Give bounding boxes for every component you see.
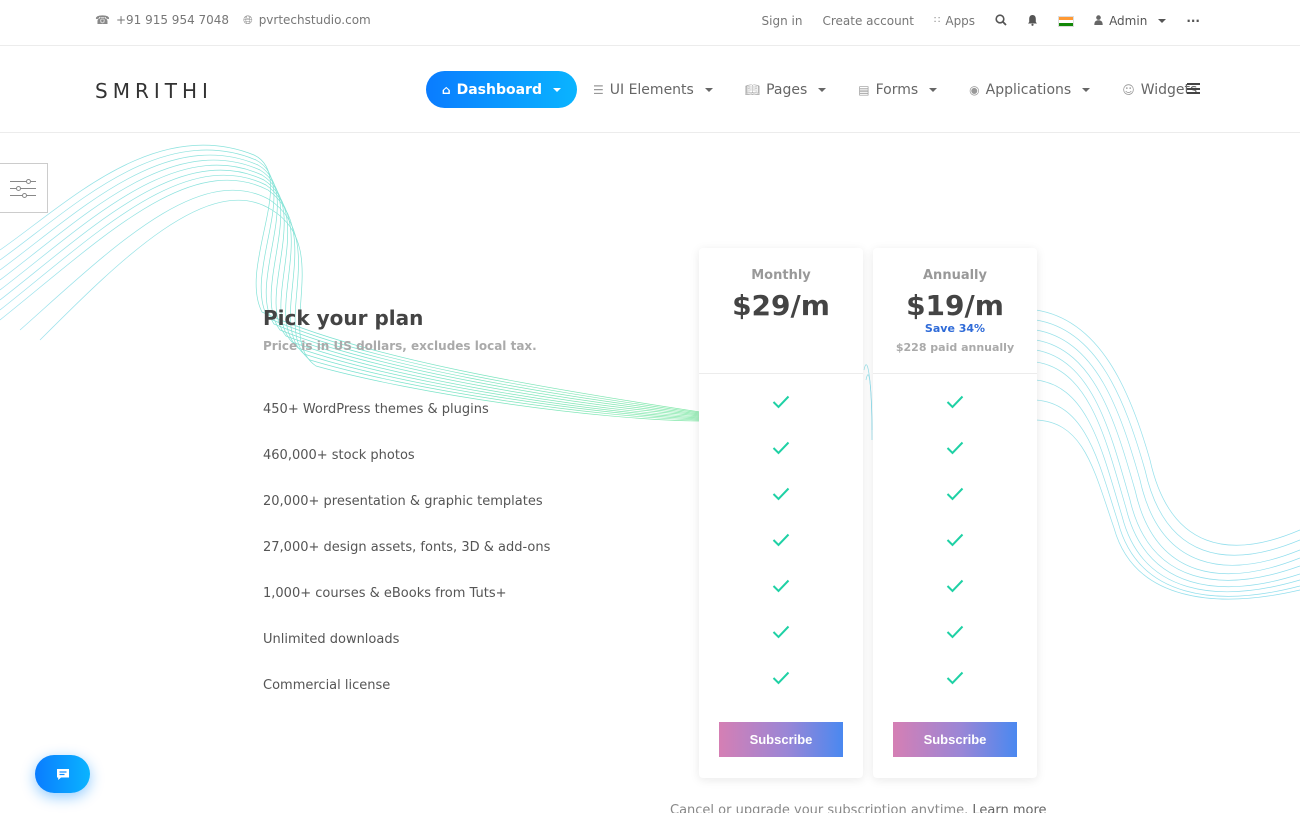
plan-card-header: Annually $19/m Save 34% $228 paid annual… <box>873 248 1037 374</box>
website-text: pvrtechstudio.com <box>258 13 371 27</box>
chevron-down-icon <box>1082 87 1091 92</box>
feature-item: Unlimited downloads <box>263 632 400 647</box>
nav-applications[interactable]: ◉ Applications <box>953 71 1106 108</box>
learn-more-link[interactable]: Learn more <box>972 803 1046 813</box>
pricing-title: Pick your plan <box>263 306 424 330</box>
home-icon: ⌂ <box>442 82 451 97</box>
plan-name: Annually <box>923 268 987 283</box>
nav-pages-label: Pages <box>766 81 808 98</box>
apps-menu[interactable]: ∷ Apps <box>934 14 975 28</box>
check-icon <box>873 392 1037 438</box>
nav-forms[interactable]: ▤ Forms <box>842 71 953 108</box>
feature-item: 450+ WordPress themes & plugins <box>263 402 489 417</box>
grid-icon: ∷ <box>933 15 940 26</box>
pricing-subtitle: Price is in US dollars, excludes local t… <box>263 339 537 353</box>
feature-item: 27,000+ design assets, fonts, 3D & add-o… <box>263 540 551 555</box>
globe-icon: 🌐︎ <box>243 13 253 27</box>
nav-dashboard[interactable]: ⌂ Dashboard <box>426 71 577 108</box>
pricing-header: Pick your plan Price is in US dollars, e… <box>263 306 537 353</box>
book-icon: 📖︎ <box>744 82 761 97</box>
subscription-note: Cancel or upgrade your subscription anyt… <box>670 803 1047 813</box>
nav-pages[interactable]: 📖︎ Pages <box>729 71 842 108</box>
check-icon <box>699 622 863 668</box>
create-account-link[interactable]: Create account <box>822 14 914 28</box>
decorative-wave-background <box>0 144 1300 600</box>
feature-item: 1,000+ courses & eBooks from Tuts+ <box>263 586 507 601</box>
plan-name: Monthly <box>751 268 811 283</box>
main-navbar: SMRITHI ⌂ Dashboard ☰ UI Elements 📖︎ Pag… <box>0 47 1300 133</box>
check-icon <box>699 438 863 484</box>
chat-button[interactable] <box>35 755 90 793</box>
check-icon <box>873 622 1037 668</box>
plan-card-monthly: Monthly $29/m Subscribe <box>699 248 863 778</box>
sign-in-link[interactable]: Sign in <box>762 14 803 28</box>
check-icon <box>873 438 1037 484</box>
main-menu: ⌂ Dashboard ☰ UI Elements 📖︎ Pages ▤ For… <box>426 71 1213 108</box>
smile-icon: ☺ <box>1122 82 1135 97</box>
admin-label: Admin <box>1109 14 1148 28</box>
check-icon <box>699 530 863 576</box>
brand-logo[interactable]: SMRITHI <box>95 79 213 103</box>
chevron-down-icon <box>552 87 561 92</box>
plan-checks <box>873 374 1037 714</box>
plan-card-annually: Annually $19/m Save 34% $228 paid annual… <box>873 248 1037 778</box>
plan-card-header: Monthly $29/m <box>699 248 863 374</box>
sliders-icon: ☰ <box>592 82 604 97</box>
slider-line <box>10 181 36 182</box>
check-icon <box>699 392 863 438</box>
top-bar: ☎ +91 915 954 7048 🌐︎ pvrtechstudio.com … <box>0 0 1300 46</box>
plan-checks <box>699 374 863 714</box>
check-icon <box>699 668 863 714</box>
plan-billing-note: $228 paid annually <box>895 341 1015 354</box>
plan-price: $29/m <box>732 289 830 322</box>
plan-savings: Save 34% <box>924 322 986 335</box>
nav-ui-elements[interactable]: ☰ UI Elements <box>577 71 729 108</box>
subscription-note-text: Cancel or upgrade your subscription anyt… <box>670 803 969 813</box>
check-icon <box>873 484 1037 530</box>
subscribe-monthly-button[interactable]: Subscribe <box>719 722 843 757</box>
user-icon <box>1094 15 1103 27</box>
india-flag-icon[interactable] <box>1058 15 1075 27</box>
chevron-down-icon <box>704 87 713 92</box>
check-icon <box>873 576 1037 622</box>
chevron-down-icon <box>1158 19 1167 23</box>
subscribe-annually-button[interactable]: Subscribe <box>893 722 1017 757</box>
slider-knob <box>22 193 27 198</box>
nav-dashboard-label: Dashboard <box>456 81 542 98</box>
slider-line <box>10 188 36 189</box>
apps-circle-icon: ◉ <box>969 82 980 97</box>
slider-knob <box>26 179 31 184</box>
settings-panel-toggle[interactable] <box>0 163 48 213</box>
check-icon <box>873 668 1037 714</box>
website-link[interactable]: 🌐︎ pvrtechstudio.com <box>243 13 371 27</box>
slider-knob <box>16 186 21 191</box>
plan-price: $19/m <box>906 289 1004 322</box>
feature-item: 460,000+ stock photos <box>263 448 415 463</box>
more-icon[interactable]: ··· <box>1186 15 1200 27</box>
admin-menu[interactable]: Admin <box>1094 14 1167 28</box>
nav-ui-elements-label: UI Elements <box>609 81 694 98</box>
phone-number: +91 915 954 7048 <box>115 13 230 27</box>
search-icon[interactable] <box>995 14 1007 28</box>
nav-applications-label: Applications <box>985 81 1072 98</box>
phone-contact[interactable]: ☎ +91 915 954 7048 <box>95 13 229 27</box>
briefcase-icon: ▤ <box>858 82 870 97</box>
feature-item: Commercial license <box>263 678 391 693</box>
feature-list: 450+ WordPress themes & plugins 460,000+… <box>263 400 550 722</box>
check-icon <box>699 484 863 530</box>
apps-label: Apps <box>945 14 976 28</box>
chevron-down-icon <box>818 87 827 92</box>
bell-icon[interactable] <box>1027 14 1038 28</box>
phone-icon: ☎ <box>95 13 110 27</box>
chevron-down-icon <box>929 87 938 92</box>
hamburger-menu-icon[interactable] <box>1187 83 1200 94</box>
feature-item: 20,000+ presentation & graphic templates <box>263 494 543 509</box>
chat-icon <box>56 768 69 780</box>
check-icon <box>873 530 1037 576</box>
check-icon <box>699 576 863 622</box>
nav-forms-label: Forms <box>875 81 919 98</box>
